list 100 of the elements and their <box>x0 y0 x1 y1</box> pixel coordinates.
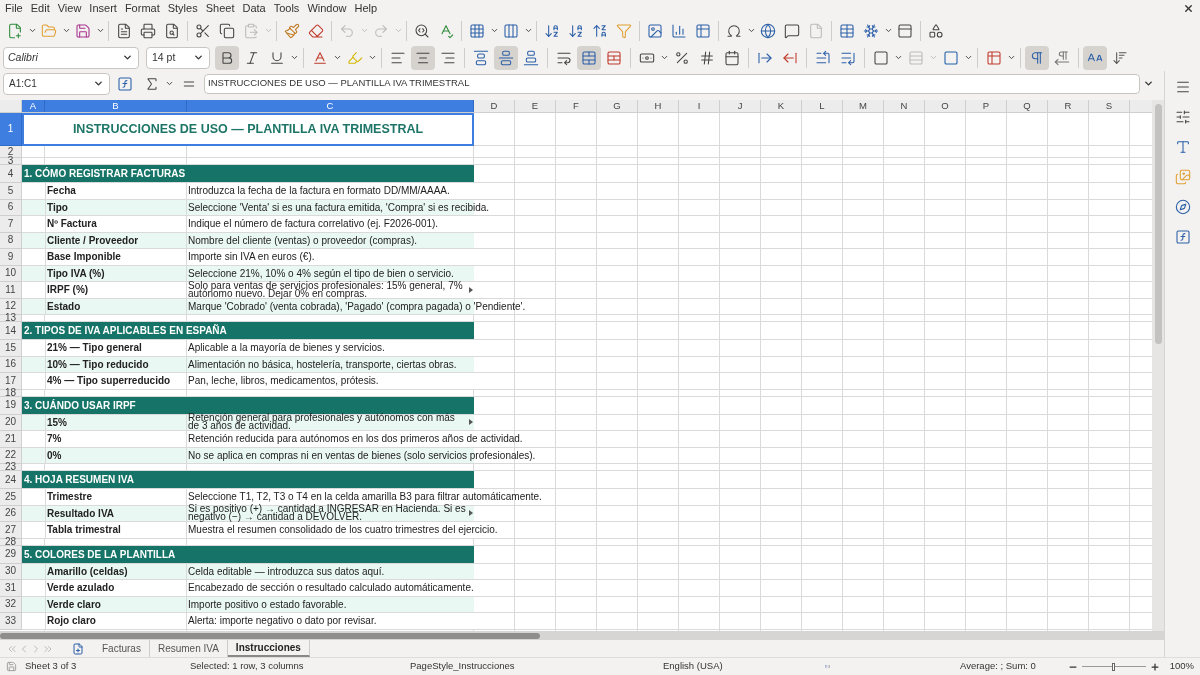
table-cell-text: Seleccione 'Venta' si es una factura emitida, 'Compra' si es recibida. <box>188 200 490 215</box>
table-cell-text: Seleccione T1, T2, T3 o T4 en la celda amarilla B3 para filtrar automáticamente. <box>188 490 542 504</box>
row-header[interactable]: 31 <box>0 580 22 597</box>
menu-item[interactable]: Edit <box>26 0 54 17</box>
menu-item[interactable]: Help <box>350 0 382 17</box>
zoom-percent: 100% <box>1169 659 1194 674</box>
row-header[interactable]: 1 <box>0 113 22 146</box>
row-header[interactable]: 25 <box>0 489 22 506</box>
table-cell: 0% <box>45 447 187 463</box>
vertical-scrollbar[interactable] <box>1152 100 1164 631</box>
close-icon[interactable] <box>1183 3 1194 14</box>
table-cell-text: Alerta: importe negativo o dato por revisar. <box>188 614 377 629</box>
document-status-icon <box>6 661 17 672</box>
title-cell[interactable]: INSTRUCCIONES DE USO — PLANTILLA IVA TRIMESTRAL <box>22 113 474 146</box>
table-cell: Resultado IVA <box>45 505 187 521</box>
row-header[interactable]: 9 <box>0 249 22 266</box>
formula-input[interactable]: INSTRUCCIONES DE USO — PLANTILLA IVA TRIMESTRAL <box>204 73 1140 94</box>
row-header[interactable]: 24 <box>0 471 22 489</box>
row-header[interactable]: 7 <box>0 216 22 233</box>
expand-formula-icon[interactable] <box>1143 78 1154 89</box>
dropdown-caret[interactable] <box>193 52 204 63</box>
table-cell-text: Marque 'Cobrado' (venta cobrada), 'Pagado' (compra pagada) o 'Pendiente'. <box>188 299 526 314</box>
table-cell-text: Encabezado de sección o resultado calculado automáticamente. <box>188 581 474 596</box>
table-cell: Estado <box>45 298 187 314</box>
horizontal-scrollbar[interactable] <box>0 631 1164 640</box>
add-sheet-icon[interactable] <box>72 642 84 655</box>
row-header[interactable]: 18 <box>0 389 22 397</box>
selection-status: Selected: 1 row, 3 columns <box>190 660 304 672</box>
sheet-tab[interactable]: Resumen IVA <box>149 640 228 657</box>
table-cell-text: Indique el número de factura correlativo (ej. F2026-001). <box>188 217 439 232</box>
table-cell-text: Retención reducida para autónomos en los dos primeros años de actividad. <box>188 432 523 447</box>
table-cell: Cliente / Proveedor <box>45 232 187 248</box>
menu-item[interactable]: Styles <box>163 0 202 17</box>
table-cell: Base Imponible <box>45 249 187 265</box>
table-cell-text: Pan, leche, libros, medicamentos, prótesis. <box>188 374 379 389</box>
table-cell: 21% — Tipo general <box>45 340 187 356</box>
row-header[interactable]: 15 <box>0 340 22 357</box>
table-cell-text: Alimentación no básica, hostelería, transporte, ciertas obras. <box>188 357 457 372</box>
row-header[interactable]: 11 <box>0 282 22 299</box>
menu-item[interactable]: Format <box>120 0 164 17</box>
table-cell: Fecha <box>45 183 187 199</box>
bold-icon[interactable] <box>215 45 239 70</box>
table-cell: 15% <box>45 414 187 430</box>
dropdown-caret[interactable] <box>122 52 133 63</box>
section-heading: 5. COLORES DE LA PLANTILLA <box>22 545 474 564</box>
sum-status: Average: ; Sum: 0 <box>960 660 1036 672</box>
table-cell-text: Nombre del cliente (ventas) o proveedor (compras). <box>188 233 417 248</box>
section-heading: 4. HOJA RESUMEN IVA <box>22 471 474 489</box>
section-heading: 2. TIPOS DE IVA APLICABLES EN ESPAÑA <box>22 322 474 340</box>
font-name-field[interactable]: Calibri <box>3 46 139 69</box>
menu-item[interactable]: File <box>1 0 27 17</box>
table-cell-text: No se aplica en compras ni en ventas de bienes (solo servicios profesionales). <box>188 448 536 463</box>
align-middle-icon[interactable] <box>494 45 518 70</box>
table-cell: Verde azulado <box>45 580 187 596</box>
table-cell: Trimestre <box>45 489 187 505</box>
table-cell: 7% <box>45 431 187 447</box>
page-style: PageStyle_Instrucciones <box>410 660 515 672</box>
table-cell: IRPF (%) <box>45 282 187 298</box>
merge-cells-icon[interactable] <box>577 45 601 70</box>
table-cell: Tabla trimestral <box>45 522 187 538</box>
menu-item[interactable]: Sheet <box>201 0 239 17</box>
table-cell-text: Solo para ventas de servicios profesionales: 15% general, 7% autónomo nuevo. Dejar 0% en compras. <box>188 281 464 298</box>
menu-item[interactable]: View <box>53 0 86 17</box>
menu-item[interactable]: Data <box>238 0 270 17</box>
column-header[interactable]: B <box>45 100 187 112</box>
zoom-slider[interactable] <box>1081 662 1146 671</box>
table-cell-text: Seleccione 21%, 10% o 4% según el tipo de bien o servicio. <box>188 266 454 281</box>
row-header[interactable]: 33 <box>0 613 22 630</box>
row-header[interactable]: 21 <box>0 431 22 448</box>
menu-item[interactable]: Tools <box>269 0 304 17</box>
menu-item[interactable]: Insert <box>85 0 121 17</box>
left-to-right-icon[interactable] <box>1025 45 1049 70</box>
column-header[interactable]: C <box>187 100 474 112</box>
table-cell: Tipo IVA (%) <box>45 265 187 281</box>
table-cell-text: Importe positivo o estado favorable. <box>188 597 347 612</box>
table-cell: Rojo claro <box>45 613 187 629</box>
table-cell: 4% — Tipo superreducido <box>45 373 187 389</box>
row-header[interactable]: 14 <box>0 322 22 340</box>
zoom-in-icon[interactable] <box>1149 661 1160 672</box>
sheet-tab[interactable]: Instrucciones <box>227 640 310 657</box>
menu-item[interactable]: Window <box>303 0 351 17</box>
font-size-field[interactable]: 14 pt <box>146 46 210 69</box>
column-header[interactable]: A <box>22 100 45 112</box>
table-cell: Amarillo (celdas) <box>45 563 187 579</box>
table-cell: Verde claro <box>45 596 187 612</box>
row-header[interactable]: 28 <box>0 538 22 546</box>
row-header[interactable]: 5 <box>0 183 22 200</box>
sheet-tab[interactable]: Facturas <box>94 640 150 657</box>
name-box[interactable]: A1:C1 <box>3 72 110 95</box>
align-center-icon[interactable] <box>411 45 435 70</box>
text-horizontal-icon[interactable] <box>1083 45 1107 70</box>
table-cell: Nº Factura <box>45 216 187 232</box>
row-header[interactable]: 4 <box>0 165 22 183</box>
table-cell-text: Muestra el resumen consolidado de los cuatro trimestres del ejercicio. <box>188 523 498 538</box>
section-heading: 1. CÓMO REGISTRAR FACTURAS <box>22 165 474 183</box>
table-cell-text: Celda editable — introduzca sus datos aquí. <box>188 564 385 579</box>
language-status: English (USA) <box>663 660 723 672</box>
table-cell-text: Aplicable a la mayoría de bienes y servicios. <box>188 341 385 356</box>
dropdown-caret[interactable] <box>93 78 104 89</box>
table-cell: 10% — Tipo reducido <box>45 356 187 372</box>
